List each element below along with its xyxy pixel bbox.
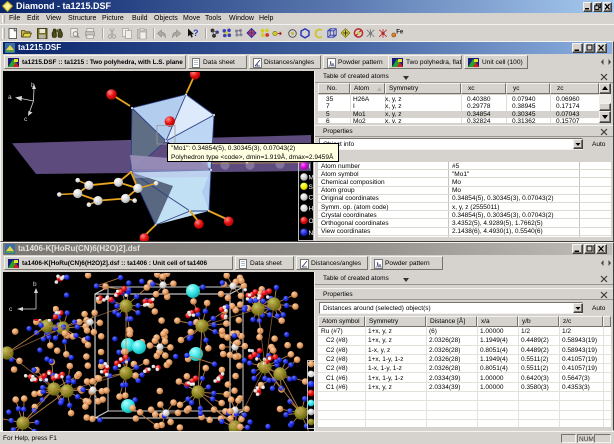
svg-text:Fe: Fe	[396, 30, 404, 36]
svg-text:H: H	[309, 206, 314, 213]
svg-text:S: S	[309, 184, 314, 191]
svg-text:b: b	[31, 82, 35, 89]
svg-text:N: N	[309, 230, 314, 237]
svg-text:?: ?	[193, 28, 199, 38]
svg-text:a: a	[8, 94, 12, 101]
svg-text:b: b	[33, 281, 37, 288]
svg-text:O: O	[309, 218, 314, 225]
svg-text:C: C	[309, 195, 314, 202]
svg-text:I: I	[309, 164, 311, 171]
svg-text:c: c	[24, 116, 28, 123]
